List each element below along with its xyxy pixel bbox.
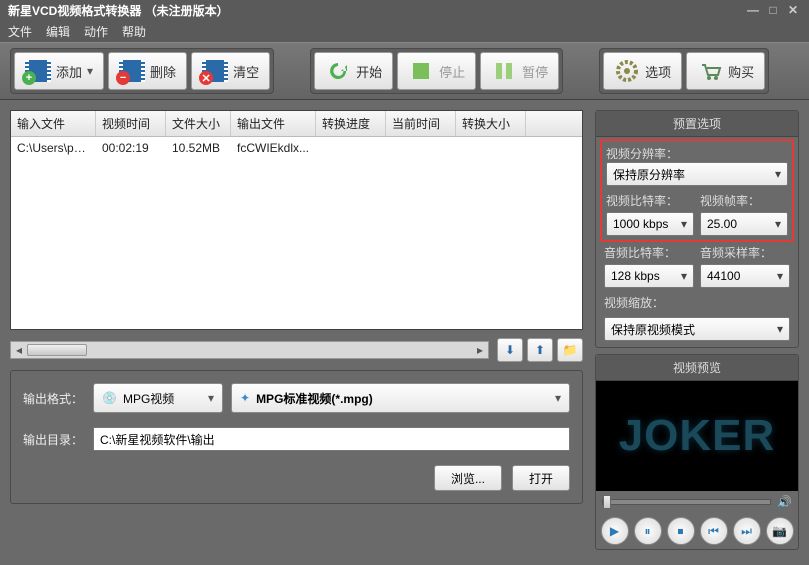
cart-icon — [697, 58, 723, 84]
preview-title: 视频预览 — [596, 355, 798, 381]
format-category-select[interactable]: 💿 MPG视频 ▾ — [93, 383, 223, 413]
chevron-down-icon: ▾ — [555, 391, 561, 405]
titlebar: 新星VCD视频格式转换器 （未注册版本） — □ ✕ — [0, 0, 809, 20]
maximize-button[interactable]: □ — [765, 3, 781, 17]
delete-button[interactable]: − 删除 — [108, 52, 187, 90]
stop-button[interactable]: 停止 — [397, 52, 476, 90]
format-label: 输出格式： — [23, 390, 85, 407]
playback-controls: ▶ ⏸ ⏹ ⏮ ⏭ 📷 — [596, 513, 798, 549]
pause-play-button[interactable]: ⏸ — [634, 517, 662, 545]
move-up-button[interactable]: ⬆ — [527, 338, 553, 362]
next-button[interactable]: ⏭ — [733, 517, 761, 545]
format-profile-select[interactable]: ✦ MPG标准视频(*.mpg) ▾ — [231, 383, 570, 413]
add-button[interactable]: + 添加▾ — [14, 52, 104, 90]
preview-panel: 视频预览 JOKER 🔊 ▶ ⏸ ⏹ ⏮ ⏭ 📷 — [595, 354, 799, 550]
gear-icon — [614, 58, 640, 84]
stop-icon: ⏹ — [677, 524, 683, 539]
pause-button[interactable]: 暂停 — [480, 52, 559, 90]
arrow-up-icon: ⬆ — [535, 343, 545, 357]
options-button[interactable]: 选项 — [603, 52, 682, 90]
audio-bitrate-select[interactable]: 128 kbps▾ — [604, 264, 694, 288]
play-icon: ▶ — [610, 524, 619, 538]
toolbar: + 添加▾ − 删除 ✕ 清空 开始 停止 暂停 选项 — [0, 42, 809, 100]
scale-select[interactable]: 保持原视频模式▾ — [604, 317, 790, 341]
video-fps-select[interactable]: 25.00▾ — [700, 212, 788, 236]
menu-edit[interactable]: 编辑 — [46, 23, 70, 40]
start-button[interactable]: 开始 — [314, 52, 393, 90]
open-button[interactable]: 打开 — [512, 465, 570, 491]
move-down-button[interactable]: ⬇ — [497, 338, 523, 362]
output-panel: 输出格式： 💿 MPG视频 ▾ ✦ MPG标准视频(*.mpg) ▾ 输出目录：… — [10, 370, 583, 504]
menu-file[interactable]: 文件 — [8, 23, 32, 40]
video-preview: JOKER — [596, 381, 798, 491]
folder-button[interactable]: 📁 — [557, 338, 583, 362]
browse-button[interactable]: 浏览... — [434, 465, 502, 491]
scroll-right-icon[interactable]: ▸ — [472, 342, 488, 358]
menubar: 文件 编辑 动作 帮助 — [0, 20, 809, 42]
disc-icon: 💿 — [102, 391, 117, 405]
presets-panel: 预置选项 视频分辨率： 保持原分辨率▾ 视频比特率： 1000 kbps▾ 视频… — [595, 110, 799, 348]
refresh-icon — [325, 58, 351, 84]
folder-icon: 📁 — [563, 343, 578, 357]
output-dir-input[interactable] — [93, 427, 570, 451]
menu-action[interactable]: 动作 — [84, 23, 108, 40]
camera-icon: 📷 — [772, 524, 787, 538]
seek-slider[interactable] — [602, 499, 771, 505]
minimize-button[interactable]: — — [745, 3, 761, 17]
buy-button[interactable]: 购买 — [686, 52, 765, 90]
sparkle-icon: ✦ — [240, 391, 250, 405]
close-button[interactable]: ✕ — [785, 3, 801, 17]
audio-sample-select[interactable]: 44100▾ — [700, 264, 790, 288]
pause-icon: ⏸ — [644, 524, 650, 539]
snapshot-button[interactable]: 📷 — [766, 517, 794, 545]
chevron-down-icon: ▾ — [208, 391, 214, 405]
play-button[interactable]: ▶ — [601, 517, 629, 545]
clear-button[interactable]: ✕ 清空 — [191, 52, 270, 90]
table-row[interactable]: C:\Users\pc\... 00:02:19 10.52MB fcCWIEk… — [11, 137, 582, 159]
app-title: 新星VCD视频格式转换器 （未注册版本） — [8, 2, 229, 19]
dir-label: 输出目录： — [23, 431, 85, 448]
next-icon: ⏭ — [741, 524, 752, 539]
prev-button[interactable]: ⏮ — [700, 517, 728, 545]
highlighted-settings: 视频分辨率： 保持原分辨率▾ 视频比特率： 1000 kbps▾ 视频帧率： 2… — [600, 139, 794, 242]
presets-title: 预置选项 — [596, 111, 798, 137]
menu-help[interactable]: 帮助 — [122, 23, 146, 40]
stop-play-button[interactable]: ⏹ — [667, 517, 695, 545]
arrow-down-icon: ⬇ — [505, 343, 515, 357]
video-bitrate-select[interactable]: 1000 kbps▾ — [606, 212, 694, 236]
file-table[interactable]: 输入文件 视频时间 文件大小 输出文件 转换进度 当前时间 转换大小 C:\Us… — [10, 110, 583, 330]
horizontal-scrollbar[interactable]: ◂ ▸ — [10, 341, 489, 359]
stop-icon — [408, 58, 434, 84]
table-header: 输入文件 视频时间 文件大小 输出文件 转换进度 当前时间 转换大小 — [11, 111, 582, 137]
scroll-left-icon[interactable]: ◂ — [11, 342, 27, 358]
pause-icon — [491, 58, 517, 84]
volume-icon[interactable]: 🔊 — [777, 495, 792, 509]
resolution-select[interactable]: 保持原分辨率▾ — [606, 162, 788, 186]
prev-icon: ⏮ — [708, 524, 719, 539]
